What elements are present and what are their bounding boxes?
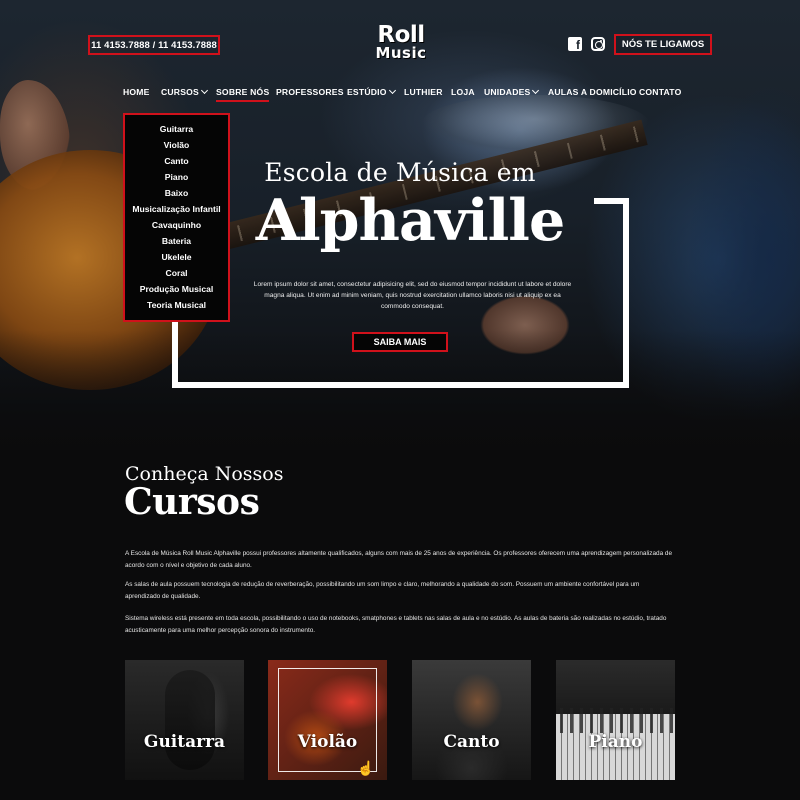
dropdown-item-producao-musical[interactable]: Produção Musical	[125, 281, 228, 297]
logo[interactable]: Roll Music	[356, 24, 446, 68]
dropdown-item-musicalizacao-infantil[interactable]: Musicalização Infantil	[125, 201, 228, 217]
dropdown-item-canto[interactable]: Canto	[125, 153, 228, 169]
nav-item-estudio[interactable]: ESTÚDIO	[347, 86, 396, 97]
dropdown-item-coral[interactable]: Coral	[125, 265, 228, 281]
dropdown-item-cavaquinho[interactable]: Cavaquinho	[125, 217, 228, 233]
nav-item-sobre-nos[interactable]: SOBRE NÓS	[216, 87, 270, 102]
course-card-guitarra[interactable]: Guitarra	[125, 660, 244, 780]
dropdown-item-piano[interactable]: Piano	[125, 169, 228, 185]
card-hover-frame	[278, 668, 377, 772]
nav-item-loja[interactable]: LOJA	[451, 87, 475, 97]
course-card-piano[interactable]: Piano	[556, 660, 675, 780]
hero-subtitle: Escola de Música em	[264, 158, 536, 187]
nav-item-contato[interactable]: CONTATO	[639, 87, 681, 97]
main-nav: HOME CURSOS SOBRE NÓS PROFESSORES ESTÚDI…	[0, 86, 800, 103]
nav-item-luthier[interactable]: LUTHIER	[404, 87, 443, 97]
chevron-down-icon	[388, 86, 396, 95]
course-card-canto[interactable]: Canto	[412, 660, 531, 780]
dropdown-item-teoria-musical[interactable]: Teoria Musical	[125, 297, 228, 313]
dropdown-item-bateria[interactable]: Bateria	[125, 233, 228, 249]
dropdown-item-ukelele[interactable]: Ukelele	[125, 249, 228, 265]
hero-title: Alphaville	[255, 187, 565, 254]
callback-button[interactable]: NÓS TE LIGAMOS	[614, 34, 712, 55]
saiba-mais-button[interactable]: SAIBA MAIS	[352, 332, 448, 352]
hero-description: Lorem ipsum dolor sit amet, consectetur …	[253, 281, 572, 310]
dropdown-item-violao[interactable]: Violão	[125, 137, 228, 153]
guitar-image	[165, 670, 215, 770]
section-title: Cursos	[124, 481, 260, 523]
callback-button-label: NÓS TE LIGAMOS	[621, 39, 705, 50]
hand-cursor-icon: ☝	[357, 760, 375, 776]
cursos-dropdown-menu: Guitarra Violão Canto Piano Baixo Musica…	[123, 113, 230, 322]
course-card-label: Guitarra	[143, 732, 226, 752]
phone-number: 11 4153.7888 / 11 4153.7888	[91, 39, 217, 51]
phone-number-box[interactable]: 11 4153.7888 / 11 4153.7888	[88, 35, 220, 55]
section-paragraph: Sistema wireless está presente em toda e…	[125, 615, 667, 634]
chevron-down-icon	[200, 86, 209, 95]
chevron-down-icon	[532, 86, 540, 95]
nav-item-home[interactable]: HOME	[123, 87, 150, 97]
course-card-label: Piano	[588, 732, 643, 752]
section-paragraph: A Escola de Música Roll Music Alphaville…	[125, 550, 673, 569]
facebook-icon[interactable]: f	[568, 37, 582, 51]
nav-item-cursos[interactable]: CURSOS	[161, 86, 209, 97]
course-card-label: Violão	[297, 732, 358, 752]
section-paragraph: As salas de aula possuem tecnologia de r…	[125, 581, 640, 600]
dropdown-item-baixo[interactable]: Baixo	[125, 185, 228, 201]
dropdown-item-guitarra[interactable]: Guitarra	[125, 121, 228, 137]
nav-item-professores[interactable]: PROFESSORES	[276, 87, 344, 97]
saiba-mais-label: SAIBA MAIS	[373, 337, 427, 347]
nav-item-aulas-a-domicilio[interactable]: AULAS A DOMICÍLIO	[548, 87, 637, 97]
logo-line-2: Music	[375, 44, 427, 62]
nav-item-unidades[interactable]: UNIDADES	[484, 86, 540, 97]
instagram-icon[interactable]	[591, 37, 605, 51]
course-card-label: Canto	[443, 732, 500, 752]
